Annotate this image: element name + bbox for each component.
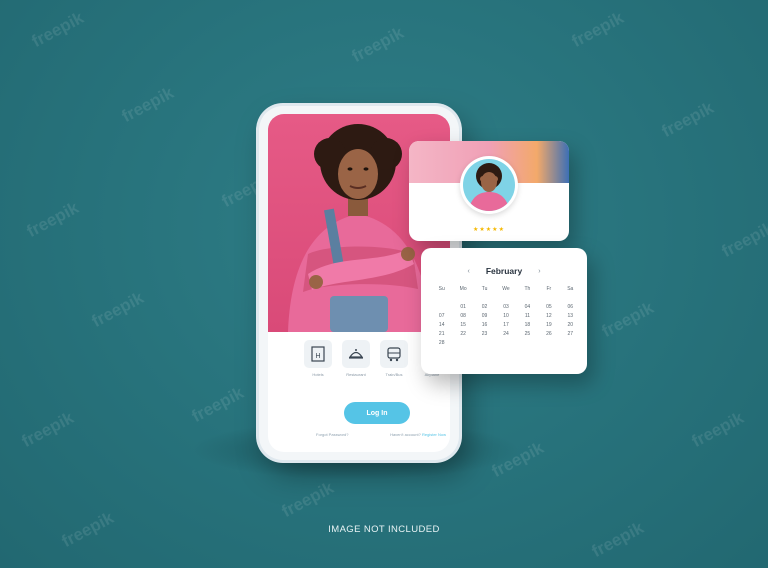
calendar-day[interactable]: 16 xyxy=(474,322,495,328)
service-restaurant[interactable]: Restaurant xyxy=(342,340,370,390)
calendar-day[interactable]: 26 xyxy=(538,331,559,337)
calendar-day[interactable]: 28 xyxy=(431,340,452,346)
watermark-text: freepik xyxy=(688,408,747,452)
calendar-card: ‹ February › Su Mo Tu We Th Fr Sa 01 02 03… xyxy=(421,248,587,374)
watermark-text: freepik xyxy=(18,408,77,452)
calendar-day-empty xyxy=(474,340,495,346)
register-prompt: Haven't account? Register Now xyxy=(390,432,446,437)
calendar-day-empty xyxy=(517,340,538,346)
login-button[interactable]: Log In xyxy=(344,402,410,424)
calendar-day[interactable]: 06 xyxy=(560,304,581,310)
chevron-right-icon[interactable]: › xyxy=(538,268,540,275)
avatar-photo xyxy=(463,159,515,211)
watermark-text: freepik xyxy=(28,8,87,52)
calendar-day[interactable]: 18 xyxy=(517,322,538,328)
calendar-day-empty xyxy=(431,304,452,310)
calendar-days: 01 02 03 04 05 06 07 08 09 10 11 12 13 14 15 16 17 18 19 20… xyxy=(431,304,581,346)
calendar-month: February xyxy=(485,266,523,276)
calendar-day[interactable]: 14 xyxy=(431,322,452,328)
calendar-day[interactable]: 23 xyxy=(474,331,495,337)
weekday-label: Fr xyxy=(546,286,552,292)
restaurant-icon xyxy=(342,340,370,368)
calendar-day[interactable]: 02 xyxy=(474,304,495,310)
service-hotels[interactable]: H Hotels xyxy=(304,340,332,390)
service-bus[interactable]: Train/Bus xyxy=(380,340,408,390)
profile-card: ★★★★★ xyxy=(409,141,569,241)
calendar-day[interactable]: 03 xyxy=(495,304,516,310)
calendar-day[interactable]: 22 xyxy=(452,331,473,337)
watermark-text: freepik xyxy=(718,218,768,262)
calendar-day[interactable]: 05 xyxy=(538,304,559,310)
calendar-day-empty xyxy=(452,340,473,346)
forgot-password-link[interactable]: Forgot Password? xyxy=(316,432,348,437)
calendar-day[interactable]: 07 xyxy=(431,313,452,319)
watermark-text: freepik xyxy=(658,98,717,142)
avatar[interactable] xyxy=(460,156,518,214)
watermark-text: freepik xyxy=(568,8,627,52)
calendar-day[interactable]: 24 xyxy=(495,331,516,337)
calendar-day[interactable]: 17 xyxy=(495,322,516,328)
calendar-day[interactable]: 12 xyxy=(538,313,559,319)
chevron-left-icon[interactable]: ‹ xyxy=(467,268,469,275)
service-label: Hotels xyxy=(312,372,324,377)
bus-icon xyxy=(380,340,408,368)
watermark-text: freepik xyxy=(598,298,657,342)
weekday-label: Su xyxy=(438,286,445,292)
weekday-label: We xyxy=(502,286,510,292)
auth-links: Forgot Password? Haven't account? Regist… xyxy=(316,432,446,437)
calendar-day[interactable]: 09 xyxy=(474,313,495,319)
calendar-day[interactable]: 04 xyxy=(517,304,538,310)
hotel-icon: H xyxy=(304,340,332,368)
calendar-day-empty xyxy=(538,340,559,346)
calendar-day-empty xyxy=(495,340,516,346)
register-link[interactable]: Register Now xyxy=(422,432,446,437)
weekday-label: Mo xyxy=(459,286,467,292)
watermark-text: freepik xyxy=(88,288,147,332)
calendar-day[interactable]: 13 xyxy=(560,313,581,319)
calendar-day[interactable]: 19 xyxy=(538,322,559,328)
watermark-text: freepik xyxy=(23,198,82,242)
watermark-text: freepik xyxy=(278,478,337,522)
watermark-text: freepik xyxy=(118,83,177,127)
calendar-day[interactable]: 25 xyxy=(517,331,538,337)
no-account-text: Haven't account? xyxy=(390,432,421,437)
service-label: Restaurant xyxy=(346,372,366,377)
svg-text:H: H xyxy=(315,353,320,360)
star-rating: ★★★★★ xyxy=(473,227,505,233)
service-label: Train/Bus xyxy=(385,372,403,377)
calendar-day[interactable]: 01 xyxy=(452,304,473,310)
calendar-day-empty xyxy=(560,340,581,346)
calendar-day[interactable]: 15 xyxy=(452,322,473,328)
calendar-header: ‹ February › xyxy=(421,265,587,277)
image-caption: IMAGE NOT INCLUDED xyxy=(328,524,440,535)
calendar-day[interactable]: 21 xyxy=(431,331,452,337)
weekday-label: Th xyxy=(524,286,531,292)
calendar-day[interactable]: 08 xyxy=(452,313,473,319)
weekday-label: Sa xyxy=(567,286,574,292)
watermark-text: freepik xyxy=(348,23,407,67)
weekday-label: Tu xyxy=(481,286,488,292)
calendar-weekdays: Su Mo Tu We Th Fr Sa xyxy=(431,286,581,292)
calendar-day[interactable]: 27 xyxy=(560,331,581,337)
calendar-day[interactable]: 10 xyxy=(495,313,516,319)
calendar-day[interactable]: 11 xyxy=(517,313,538,319)
calendar-day[interactable]: 20 xyxy=(560,322,581,328)
